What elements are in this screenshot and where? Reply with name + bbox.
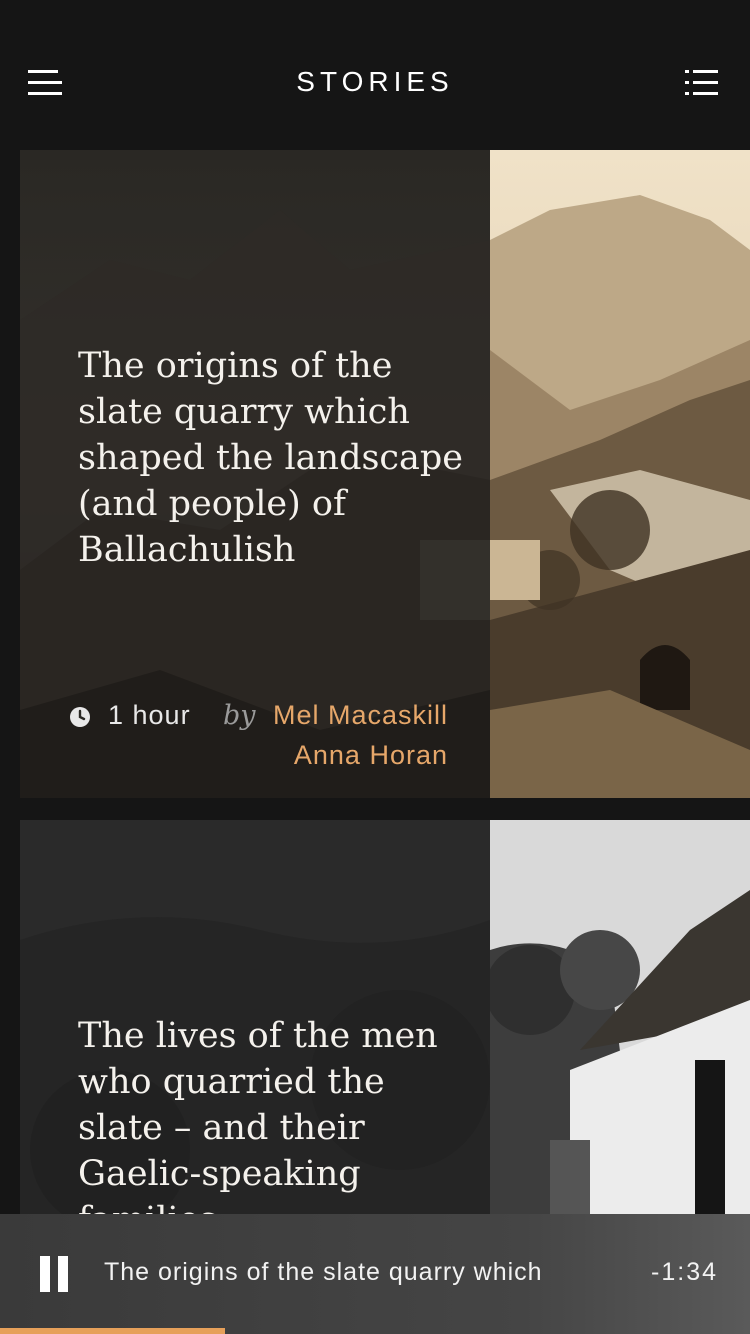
list-view-button[interactable]	[684, 68, 720, 98]
time-remaining: -1:34	[651, 1258, 718, 1286]
story-card[interactable]: The origins of the slate quarry which sh…	[20, 150, 750, 798]
pause-button[interactable]	[40, 1256, 70, 1292]
audio-player-bar[interactable]: The origins of the slate quarry which -1…	[0, 1214, 750, 1334]
cottage-photo-image	[490, 820, 750, 1214]
list-view-icon	[685, 70, 718, 95]
now-playing-title: The origins of the slate quarry which	[104, 1258, 543, 1286]
pause-icon-bar	[58, 1256, 68, 1292]
clock-icon	[70, 707, 90, 727]
page-title: STORIES	[296, 66, 454, 97]
story-photo	[490, 150, 750, 798]
story-card-overlay: The origins of the slate quarry which sh…	[20, 150, 490, 798]
story-card[interactable]: The lives of the men who quarried the sl…	[20, 820, 750, 1214]
story-author[interactable]: Mel Macaskill	[273, 700, 448, 731]
progress-bar[interactable]	[0, 1328, 225, 1334]
story-card-overlay: The lives of the men who quarried the sl…	[20, 820, 490, 1214]
story-duration: 1 hour	[108, 700, 191, 730]
app-header: STORIES	[0, 0, 750, 150]
story-title: The lives of the men who quarried the sl…	[78, 1016, 438, 1214]
story-photo	[490, 820, 750, 1214]
story-by-label: by	[223, 700, 256, 731]
story-author[interactable]: Anna Horan	[294, 740, 448, 771]
story-title: The origins of the slate quarry which sh…	[78, 346, 464, 570]
mountain-photo-image	[490, 150, 750, 798]
pause-icon	[40, 1256, 50, 1292]
